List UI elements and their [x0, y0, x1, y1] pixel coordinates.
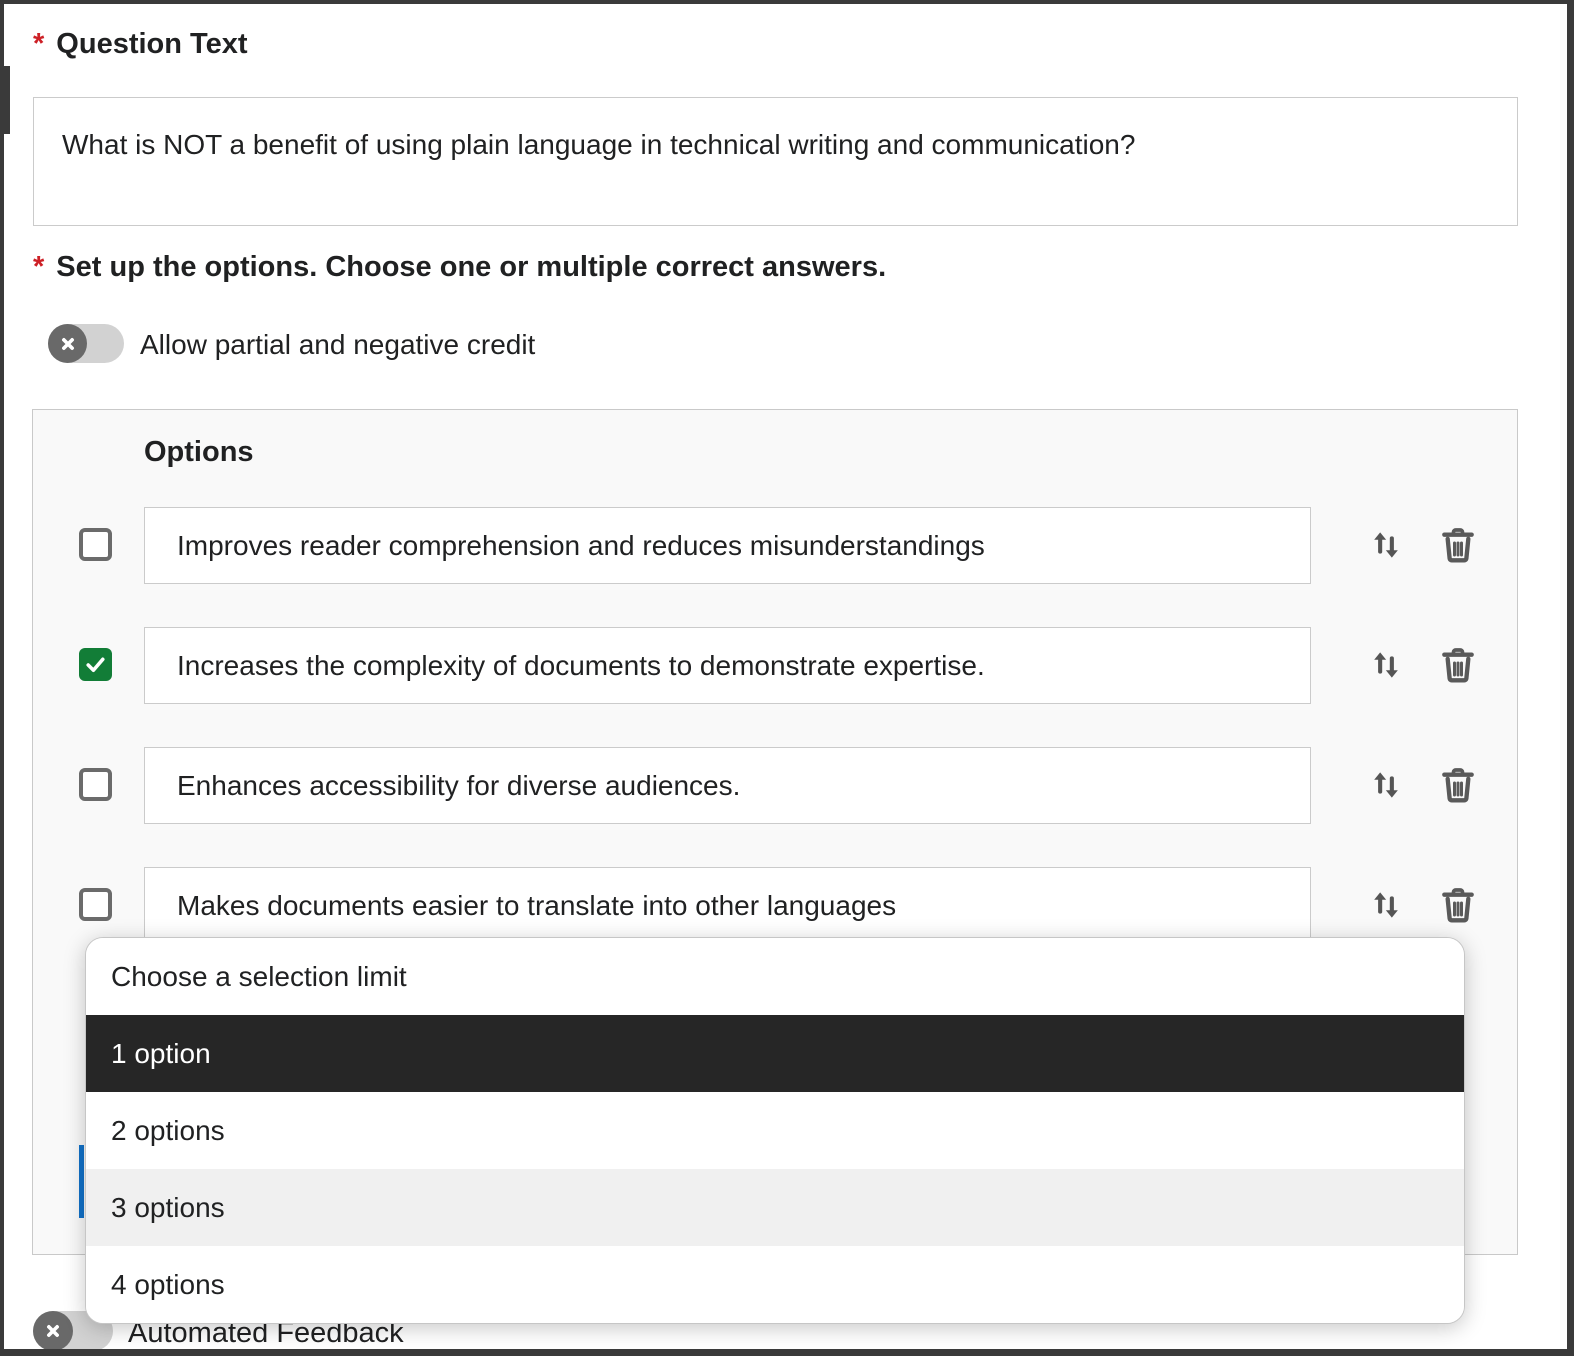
option-text-input[interactable]: Improves reader comprehension and reduce… [144, 507, 1311, 584]
question-text-input[interactable]: What is NOT a benefit of using plain lan… [33, 97, 1518, 226]
option-text: Improves reader comprehension and reduce… [177, 530, 985, 562]
option-text-input[interactable]: Increases the complexity of documents to… [144, 627, 1311, 704]
option-row: Increases the complexity of documents to… [33, 627, 1517, 704]
window-border-top [0, 0, 1574, 4]
window-border-left [0, 0, 4, 1356]
delete-icon[interactable] [1437, 644, 1479, 686]
question-text-label-text: Question Text [56, 28, 247, 60]
option-text-input[interactable]: Makes documents easier to translate into… [144, 867, 1311, 944]
option-text: Increases the complexity of documents to… [177, 650, 985, 682]
dropdown-item[interactable]: 4 options [86, 1246, 1464, 1323]
toggle-off-x-icon [33, 1311, 73, 1351]
hidden-button-edge [79, 1145, 84, 1218]
question-text-value: What is NOT a benefit of using plain lan… [62, 129, 1135, 160]
partial-credit-toggle[interactable] [48, 324, 124, 363]
option-text: Makes documents easier to translate into… [177, 890, 896, 922]
options-panel-title: Options [144, 436, 254, 469]
dropdown-item-placeholder[interactable]: Choose a selection limit [86, 938, 1464, 1015]
selection-limit-dropdown: Choose a selection limit 1 option 2 opti… [85, 937, 1465, 1324]
option-row: Makes documents easier to translate into… [33, 867, 1517, 944]
window-border-bottom [0, 1349, 1574, 1356]
dropdown-item-hovered[interactable]: 3 options [86, 1169, 1464, 1246]
delete-icon[interactable] [1437, 524, 1479, 566]
question-text-label: * Question Text [33, 28, 248, 61]
option-checkbox-checked[interactable] [79, 648, 112, 681]
option-checkbox[interactable] [79, 768, 112, 801]
reorder-icon[interactable] [1365, 644, 1407, 686]
option-checkbox[interactable] [79, 888, 112, 921]
option-text-input[interactable]: Enhances accessibility for diverse audie… [144, 747, 1311, 824]
delete-icon[interactable] [1437, 884, 1479, 926]
reorder-icon[interactable] [1365, 884, 1407, 926]
option-checkbox[interactable] [79, 528, 112, 561]
option-text: Enhances accessibility for diverse audie… [177, 770, 740, 802]
dropdown-item[interactable]: 2 options [86, 1092, 1464, 1169]
option-row: Enhances accessibility for diverse audie… [33, 747, 1517, 824]
option-row: Improves reader comprehension and reduce… [33, 507, 1517, 584]
question-editor-screen: * Question Text What is NOT a benefit of … [0, 0, 1574, 1356]
reorder-icon[interactable] [1365, 524, 1407, 566]
partial-credit-label: Allow partial and negative credit [140, 329, 535, 361]
checkmark-icon [83, 652, 108, 677]
setup-options-label: * Set up the options. Choose one or multi… [33, 251, 886, 284]
delete-icon[interactable] [1437, 764, 1479, 806]
reorder-icon[interactable] [1365, 764, 1407, 806]
setup-options-label-text: Set up the options. Choose one or multip… [56, 251, 886, 283]
window-border-right [1567, 0, 1574, 1356]
toggle-off-x-icon [48, 324, 87, 363]
required-asterisk: * [33, 28, 44, 60]
scrollbar-thumb[interactable] [0, 66, 10, 134]
required-asterisk: * [33, 251, 44, 283]
dropdown-item-selected[interactable]: 1 option [86, 1015, 1464, 1092]
